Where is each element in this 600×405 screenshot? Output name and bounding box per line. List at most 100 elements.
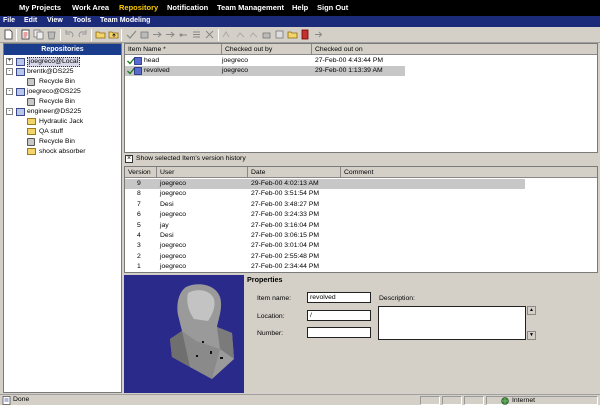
number-field[interactable] [307, 327, 371, 338]
status-segment [442, 396, 462, 405]
menu-file[interactable]: File [3, 17, 15, 24]
folder-up-icon[interactable] [108, 29, 119, 40]
status-text: Done [13, 396, 30, 403]
nav-team-management[interactable]: Team Management [217, 3, 284, 12]
move-icon[interactable] [152, 29, 163, 40]
tree-item-recycle-bin[interactable]: Recycle Bin [4, 97, 121, 107]
item-name: revolved [144, 67, 170, 74]
lock-icon[interactable] [261, 29, 272, 40]
report-icon[interactable] [287, 29, 298, 40]
folder-icon [27, 148, 36, 155]
export-icon[interactable] [300, 29, 311, 40]
version-row[interactable]: 4 Desi 27-Feb-00 3:06:15 PM [125, 231, 525, 241]
version-number: 2 [137, 252, 141, 260]
menu-bar: File Edit View Tools Team Modeling [0, 16, 600, 27]
more-icon[interactable] [313, 29, 324, 40]
number-label: Number: [257, 330, 284, 337]
version-user: joegreco [160, 180, 187, 187]
version-row[interactable]: 7 Desi 27-Feb-00 3:48:27 PM [125, 200, 525, 210]
location-field[interactable]: / [307, 310, 371, 321]
folder-open-icon[interactable] [95, 29, 106, 40]
version-date: 27-Feb-00 3:01:04 PM [251, 242, 320, 250]
folder-icon [27, 118, 36, 125]
nav-sign-out[interactable]: Sign Out [317, 3, 348, 12]
status-segment [420, 396, 440, 405]
version-row[interactable]: 3 joegreco 27-Feb-00 3:01:04 PM [125, 241, 525, 251]
history-checkbox[interactable]: × [125, 155, 133, 163]
nav-work-area[interactable]: Work Area [72, 3, 109, 12]
unlink-icon[interactable] [222, 29, 233, 40]
history-icon[interactable] [165, 29, 176, 40]
tree-item-hydraulic-jack[interactable]: Hydraulic Jack [4, 117, 121, 127]
copy-icon[interactable] [33, 29, 44, 40]
properties-title: Properties [247, 275, 283, 284]
tree-item-qa-stuff[interactable]: QA stuff [4, 127, 121, 137]
version-row[interactable]: 1 joegreco 27-Feb-00 2:34:44 PM [125, 262, 525, 272]
version-row[interactable]: 2 joegreco 27-Feb-00 2:55:48 PM [125, 252, 525, 262]
toolbar-separator [218, 29, 219, 41]
column-header-checked-out-by[interactable]: Checked out by [222, 44, 312, 55]
table-row[interactable]: head joegreco 27-Feb-00 4:43:44 PM [125, 56, 597, 66]
version-row[interactable]: 9 joegreco 29-Feb-00 4:02:13 AM [125, 179, 525, 189]
version-row[interactable]: 5 jay 27-Feb-00 3:16:04 PM [125, 221, 525, 231]
tree-item-engineer-ds225[interactable]: - engineer@DS225 [4, 107, 121, 117]
delete-icon[interactable] [46, 29, 57, 40]
column-header-user[interactable]: User [157, 167, 248, 178]
version-row[interactable]: 8 joegreco 27-Feb-00 3:51:54 PM [125, 189, 525, 199]
menu-view[interactable]: View [47, 17, 63, 24]
open-icon[interactable] [20, 29, 31, 40]
new-icon[interactable] [3, 29, 14, 40]
nav-help[interactable]: Help [292, 3, 308, 12]
nav-my-projects[interactable]: My Projects [19, 3, 61, 12]
checkout-icon[interactable] [139, 29, 150, 40]
collapse-toggle[interactable]: - [6, 108, 13, 115]
nav-notification[interactable]: Notification [167, 3, 208, 12]
menu-tools[interactable]: Tools [73, 17, 91, 24]
nav-repository[interactable]: Repository [119, 3, 158, 12]
blank-icon[interactable] [204, 29, 215, 40]
tree-item-shock-absorber[interactable]: shock absorber [4, 147, 121, 157]
tree-item-joegreco-ds225[interactable]: - joegreco@DS225 [4, 87, 121, 97]
toolbar-separator [16, 29, 17, 41]
description-field[interactable] [378, 306, 526, 340]
label-icon[interactable] [274, 29, 285, 40]
column-header-checked-out-on[interactable]: Checked out on [312, 44, 597, 55]
version-user: Desi [160, 200, 174, 208]
tree-item-label: Hydraulic Jack [39, 118, 84, 125]
tools-icon[interactable] [191, 29, 202, 40]
version-row[interactable]: 6 joegreco 27-Feb-00 3:24:33 PM [125, 210, 525, 220]
properties-icon[interactable] [248, 29, 259, 40]
column-header-comment[interactable]: Comment [341, 167, 597, 178]
version-user: joegreco [160, 190, 187, 198]
tree-item-joegreco-local[interactable]: + joegreco@Local [4, 57, 121, 67]
version-history-toggle[interactable]: × Show selected Item's version history [124, 154, 598, 165]
column-header-version[interactable]: Version [125, 167, 157, 178]
top-navigation: My Projects Work Area Repository Notific… [0, 0, 600, 16]
link-icon[interactable] [178, 29, 189, 40]
expand-toggle[interactable]: + [6, 58, 13, 65]
tree-item-brentk[interactable]: - brentk@DS225 [4, 67, 121, 77]
column-header-date[interactable]: Date [248, 167, 341, 178]
redo-icon[interactable] [77, 29, 88, 40]
checkin-icon[interactable] [126, 29, 137, 40]
security-zone: Internet [486, 396, 598, 405]
version-number: 7 [137, 200, 141, 208]
flag-icon[interactable] [235, 29, 246, 40]
undo-icon[interactable] [64, 29, 75, 40]
collapse-toggle[interactable]: - [6, 68, 13, 75]
repository-icon [16, 108, 25, 116]
column-header-item-name[interactable]: Item Name * [125, 44, 222, 55]
collapse-toggle[interactable]: - [6, 88, 13, 95]
item-name-field[interactable]: revolved [307, 292, 371, 303]
table-row[interactable]: revolved joegreco 29-Feb-00 1:13:39 AM [125, 66, 405, 76]
version-number: 1 [137, 263, 141, 271]
scroll-up-icon[interactable]: ▲ [527, 306, 536, 315]
tree-item-recycle-bin[interactable]: Recycle Bin [4, 77, 121, 87]
version-number: 8 [137, 190, 141, 198]
tree-item-label: QA stuff [39, 128, 64, 135]
scroll-down-icon[interactable]: ▼ [527, 331, 536, 340]
tree-item-recycle-bin[interactable]: Recycle Bin [4, 137, 121, 147]
menu-team-modeling[interactable]: Team Modeling [100, 17, 150, 24]
menu-edit[interactable]: Edit [24, 17, 37, 24]
model-preview[interactable] [124, 275, 244, 393]
